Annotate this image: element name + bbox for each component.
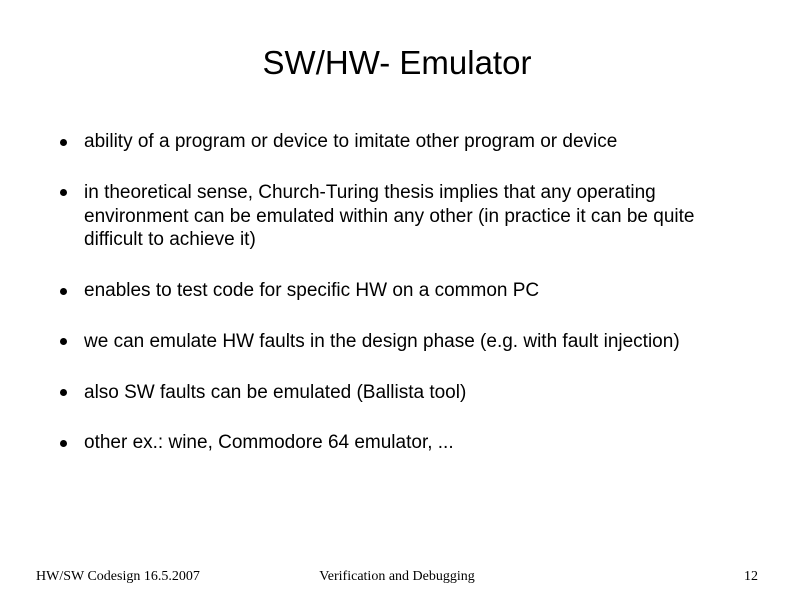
slide-title: SW/HW- Emulator (0, 44, 794, 82)
bullet-list: ability of a program or device to imitat… (60, 130, 754, 455)
bullet-item: we can emulate HW faults in the design p… (60, 330, 754, 354)
bullet-item: also SW faults can be emulated (Ballista… (60, 381, 754, 405)
bullet-text: we can emulate HW faults in the design p… (84, 331, 680, 352)
footer-page-number: 12 (744, 569, 758, 585)
bullet-item: in theoretical sense, Church-Turing thes… (60, 181, 754, 252)
bullet-text: also SW faults can be emulated (Ballista… (84, 382, 466, 403)
slide: SW/HW- Emulator ability of a program or … (0, 0, 794, 595)
bullet-item: enables to test code for specific HW on … (60, 279, 754, 303)
slide-content: ability of a program or device to imitat… (60, 130, 754, 482)
bullet-item: ability of a program or device to imitat… (60, 130, 754, 154)
bullet-text: in theoretical sense, Church-Turing thes… (84, 182, 694, 251)
bullet-text: other ex.: wine, Commodore 64 emulator, … (84, 432, 454, 453)
bullet-item: other ex.: wine, Commodore 64 emulator, … (60, 431, 754, 455)
bullet-text: ability of a program or device to imitat… (84, 131, 617, 152)
bullet-text: enables to test code for specific HW on … (84, 280, 539, 301)
footer-center: Verification and Debugging (0, 569, 794, 585)
